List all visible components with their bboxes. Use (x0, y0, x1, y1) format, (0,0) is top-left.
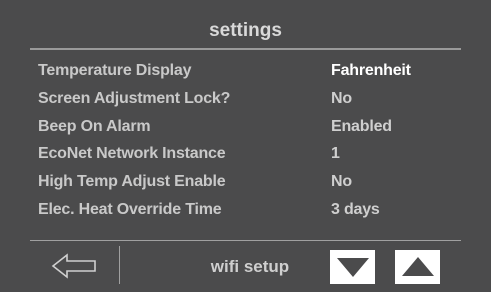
triangle-up-icon (401, 257, 434, 276)
setting-row-econet-network-instance[interactable]: EcoNet Network Instance 1 (0, 140, 491, 168)
setting-label: Elec. Heat Override Time (38, 200, 222, 218)
setting-value: 3 days (331, 200, 380, 218)
setting-label: EcoNet Network Instance (38, 145, 226, 163)
scroll-up-button[interactable] (395, 250, 440, 284)
setting-row-temperature-display[interactable]: Temperature Display Fahrenheit (0, 57, 491, 85)
setting-row-high-temp-adjust-enable[interactable]: High Temp Adjust Enable No (0, 168, 491, 196)
page-title: settings (209, 20, 282, 41)
setting-value: Fahrenheit (331, 62, 411, 79)
left-arrow-outline-icon (51, 253, 96, 279)
back-button[interactable] (40, 248, 110, 284)
title-divider (30, 48, 461, 50)
settings-list: Temperature Display Fahrenheit Screen Ad… (0, 57, 491, 224)
setting-value: 1 (331, 145, 340, 163)
footer-separator (119, 246, 120, 284)
setting-label: Beep On Alarm (38, 117, 151, 135)
setting-label: Temperature Display (38, 62, 192, 79)
setting-value: Enabled (331, 117, 392, 135)
setting-row-beep-on-alarm[interactable]: Beep On Alarm Enabled (0, 113, 491, 141)
footer-divider (30, 240, 461, 241)
setting-label: High Temp Adjust Enable (38, 173, 226, 191)
setting-label: Screen Adjustment Lock? (38, 89, 231, 107)
scroll-down-button[interactable] (330, 250, 375, 284)
triangle-down-icon (336, 258, 369, 277)
setting-value: No (331, 173, 352, 191)
wifi-setup-button[interactable]: wifi setup (190, 250, 310, 284)
setting-row-elec-heat-override-time[interactable]: Elec. Heat Override Time 3 days (0, 196, 491, 224)
thermostat-screen: settings Temperature Display Fahrenheit … (0, 0, 491, 292)
setting-value: No (331, 89, 352, 107)
setting-row-screen-adjustment-lock[interactable]: Screen Adjustment Lock? No (0, 85, 491, 113)
